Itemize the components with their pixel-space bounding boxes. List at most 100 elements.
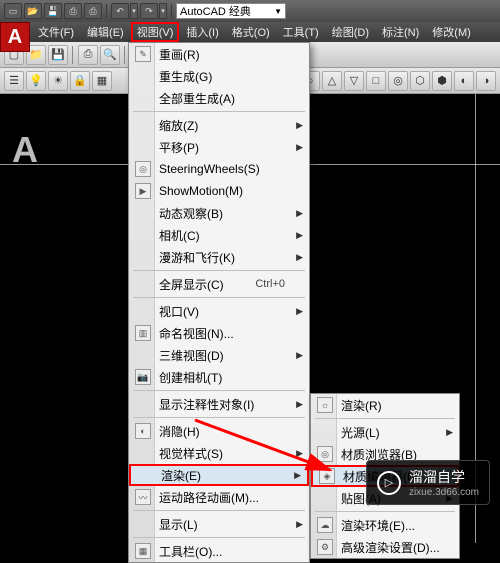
- submenu-arrow-icon: ▶: [296, 252, 303, 263]
- tool-k-icon[interactable]: ◑: [476, 71, 496, 91]
- tool-g-icon[interactable]: ◎: [388, 71, 408, 91]
- undo-icon[interactable]: ↶: [111, 3, 129, 19]
- menu-item-view3d[interactable]: 三维视图(D)▶: [129, 344, 309, 366]
- separator: [315, 511, 455, 512]
- tool-i-icon[interactable]: ⬢: [432, 71, 452, 91]
- advanced-icon: ⚙: [317, 539, 333, 555]
- preview-icon[interactable]: 🔍: [100, 45, 120, 65]
- undo-dropdown[interactable]: ▾: [130, 3, 138, 19]
- menu-item-zoom[interactable]: 缩放(Z)▶: [129, 114, 309, 136]
- separator: [171, 4, 172, 18]
- menu-item-showmotion[interactable]: ▶ShowMotion(M): [129, 180, 309, 202]
- submenu-arrow-icon: ▶: [296, 208, 303, 219]
- tool-e-icon[interactable]: ▽: [344, 71, 364, 91]
- submenu-arrow-icon: ▶: [296, 230, 303, 241]
- menu-item-fullscreen[interactable]: 全屏显示(C)Ctrl+0: [129, 273, 309, 295]
- menu-item-camera[interactable]: 相机(C)▶: [129, 224, 309, 246]
- path-icon: 〰: [135, 489, 151, 505]
- separator: [315, 418, 455, 419]
- separator: [124, 46, 126, 64]
- menu-draw[interactable]: 绘图(D): [326, 22, 375, 42]
- menu-item-walkfly[interactable]: 漫游和飞行(K)▶: [129, 246, 309, 268]
- save-icon[interactable]: 💾: [44, 3, 62, 19]
- bulb-icon[interactable]: 💡: [26, 71, 46, 91]
- workspace-label: AutoCAD 经典: [180, 3, 251, 19]
- separator: [133, 390, 305, 391]
- menu-annotate[interactable]: 标注(N): [376, 22, 425, 42]
- layer-icon[interactable]: ☰: [4, 71, 24, 91]
- tool-j-icon[interactable]: ◐: [454, 71, 474, 91]
- menu-item-redraw[interactable]: ✎重画(R): [129, 43, 309, 65]
- menu-tools[interactable]: 工具(T): [277, 22, 325, 42]
- submenu-arrow-icon: ▶: [296, 399, 303, 410]
- render-icon: ☼: [317, 397, 333, 413]
- submenu-item-light[interactable]: 光源(L)▶: [311, 421, 459, 443]
- separator: [133, 510, 305, 511]
- submenu-arrow-icon: ▶: [296, 448, 303, 459]
- menu-item-named[interactable]: ▥命名视图(N)...: [129, 322, 309, 344]
- menu-item-regen-all[interactable]: 全部重生成(A): [129, 87, 309, 109]
- redo-icon[interactable]: ↷: [140, 3, 158, 19]
- redraw-icon: ✎: [135, 46, 151, 62]
- color-icon[interactable]: ▦: [92, 71, 112, 91]
- tool-d-icon[interactable]: △: [322, 71, 342, 91]
- app-logo[interactable]: A: [0, 22, 30, 52]
- save-doc-icon[interactable]: 💾: [48, 45, 68, 65]
- separator: [133, 297, 305, 298]
- submenu-item-render[interactable]: ☼渲染(R): [311, 394, 459, 416]
- submenu-arrow-icon: ▶: [294, 470, 301, 481]
- separator: [72, 46, 74, 64]
- submenu-arrow-icon: ▶: [296, 519, 303, 530]
- submenu-item-advanced[interactable]: ⚙高级渲染设置(D)...: [311, 536, 459, 558]
- submenu-item-env[interactable]: ☁渲染环境(E)...: [311, 514, 459, 536]
- menu-item-steering[interactable]: ◎SteeringWheels(S): [129, 158, 309, 180]
- submenu-arrow-icon: ▶: [296, 142, 303, 153]
- view-dropdown: ✎重画(R) 重生成(G) 全部重生成(A) 缩放(Z)▶ 平移(P)▶ ◎St…: [128, 42, 310, 563]
- separator: [106, 4, 107, 18]
- toolbar-icon: ▦: [135, 543, 151, 559]
- browser-icon: ◎: [317, 446, 333, 462]
- menu-format[interactable]: 格式(O): [226, 22, 276, 42]
- submenu-arrow-icon: ▶: [296, 350, 303, 361]
- menu-item-create-cam[interactable]: 📷创建相机(T): [129, 366, 309, 388]
- watermark-url: zixue.3d66.com: [409, 487, 479, 498]
- lock-icon[interactable]: 🔒: [70, 71, 90, 91]
- submenu-arrow-icon: ▶: [296, 120, 303, 131]
- menu-item-pan[interactable]: 平移(P)▶: [129, 136, 309, 158]
- tool-h-icon[interactable]: ⬡: [410, 71, 430, 91]
- menu-item-toolbar[interactable]: ▦工具栏(O)...: [129, 540, 309, 562]
- shortcut-label: Ctrl+0: [255, 278, 285, 290]
- hide-icon: ◐: [135, 423, 151, 439]
- menu-item-render[interactable]: 渲染(E)▶: [129, 464, 309, 486]
- menu-item-viewport[interactable]: 视口(V)▶: [129, 300, 309, 322]
- separator: [133, 537, 305, 538]
- menu-item-show-anno[interactable]: 显示注释性对象(I)▶: [129, 393, 309, 415]
- watermark: ▷ 溜溜自学 zixue.3d66.com: [366, 460, 490, 505]
- workspace-dropdown[interactable]: AutoCAD 经典 ▼: [176, 3, 286, 19]
- redo-dropdown[interactable]: ▾: [159, 3, 167, 19]
- menu-item-hide[interactable]: ◐消隐(H): [129, 420, 309, 442]
- menu-modify[interactable]: 修改(M): [426, 22, 477, 42]
- saveas-icon[interactable]: ⎙: [64, 3, 82, 19]
- separator: [133, 270, 305, 271]
- menu-item-motion-path[interactable]: 〰运动路径动画(M)...: [129, 486, 309, 508]
- menu-view[interactable]: 视图(V): [131, 22, 180, 42]
- menu-edit[interactable]: 编辑(E): [81, 22, 130, 42]
- menu-item-display[interactable]: 显示(L)▶: [129, 513, 309, 535]
- wheel-icon: ◎: [135, 161, 151, 177]
- tool-f-icon[interactable]: □: [366, 71, 386, 91]
- env-icon: ☁: [317, 517, 333, 533]
- new-icon[interactable]: ▭: [4, 3, 22, 19]
- menu-file[interactable]: 文件(F): [32, 22, 80, 42]
- print-doc-icon[interactable]: ⎙: [78, 45, 98, 65]
- watermark-text: 溜溜自学: [409, 467, 479, 487]
- menu-item-orbit[interactable]: 动态观察(B)▶: [129, 202, 309, 224]
- sun-icon[interactable]: ☀: [48, 71, 68, 91]
- menu-item-visual[interactable]: 视觉样式(S)▶: [129, 442, 309, 464]
- camera-icon: 📷: [135, 369, 151, 385]
- menu-insert[interactable]: 插入(I): [180, 22, 224, 42]
- menu-item-regen[interactable]: 重生成(G): [129, 65, 309, 87]
- motion-icon: ▶: [135, 183, 151, 199]
- print-icon[interactable]: ⎙: [84, 3, 102, 19]
- open-icon[interactable]: 📂: [24, 3, 42, 19]
